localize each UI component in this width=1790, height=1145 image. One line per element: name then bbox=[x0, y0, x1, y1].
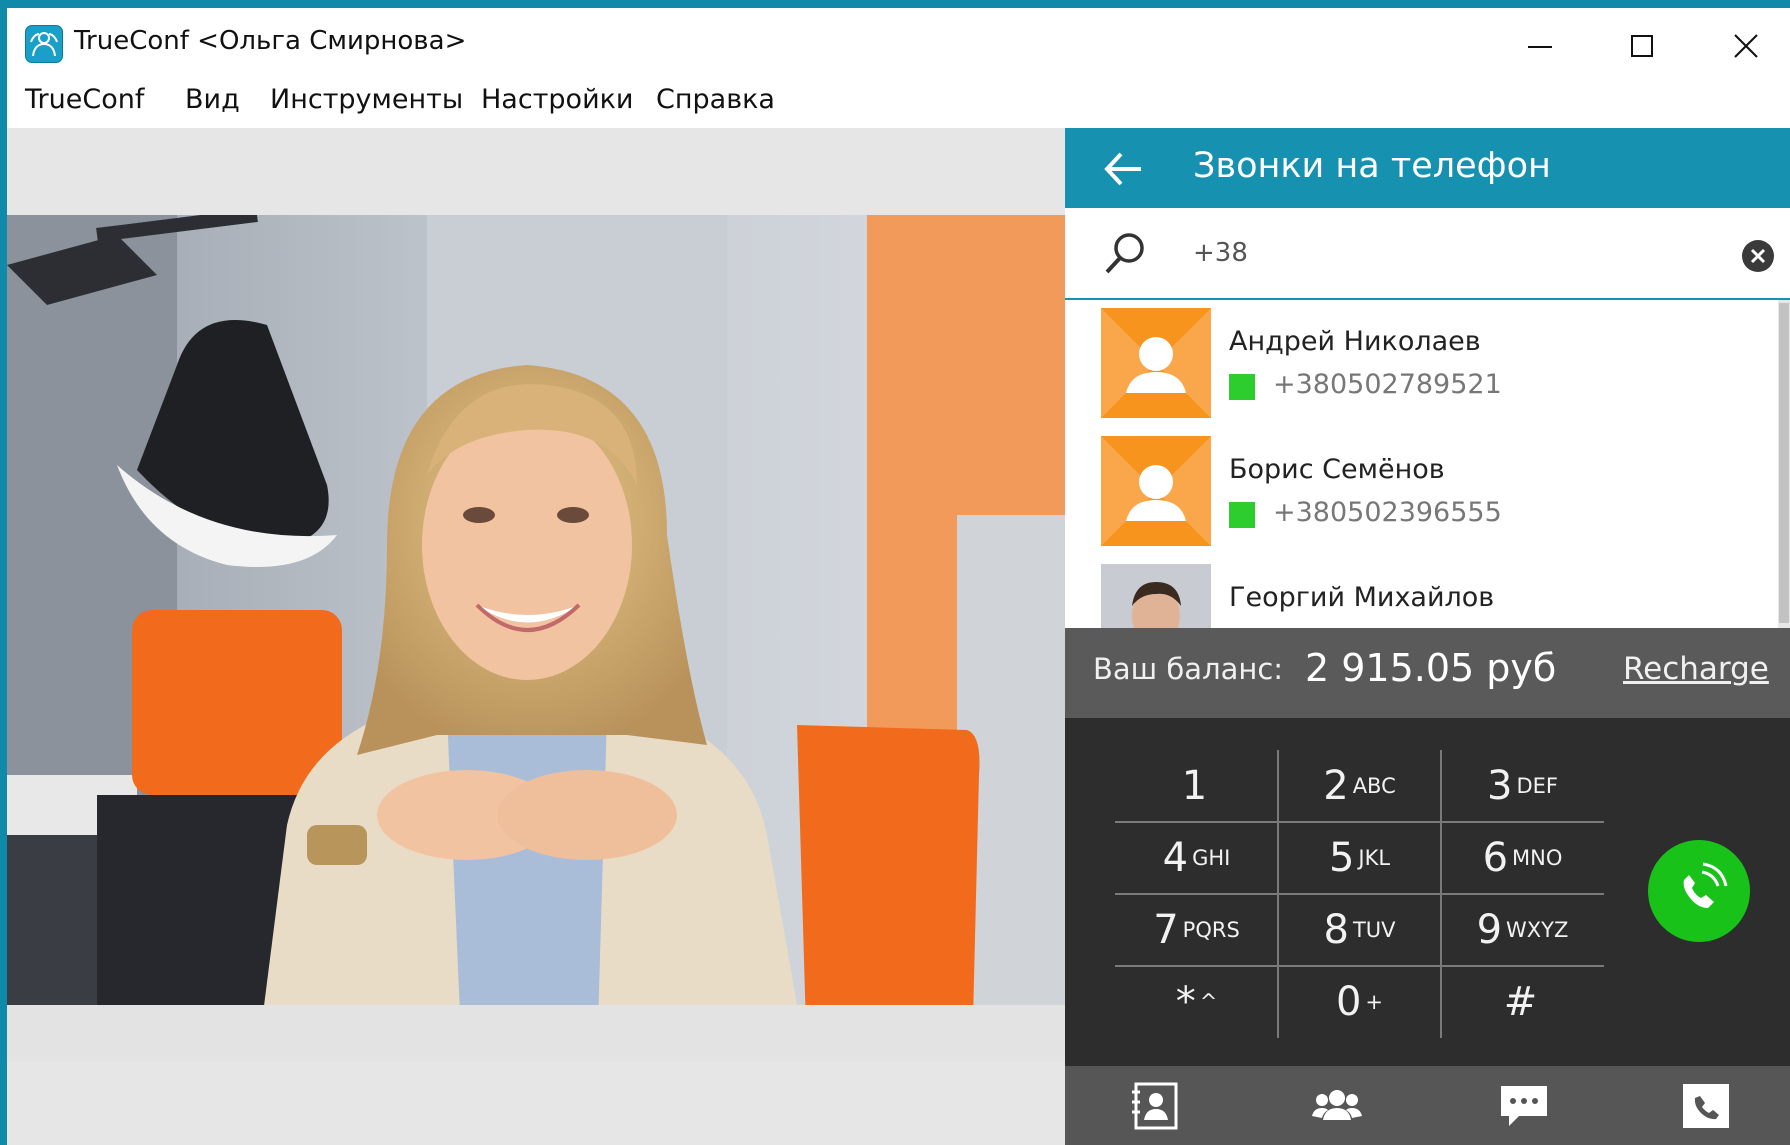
balance-bar: Ваш баланс: 2 915.05 руб Recharge bbox=[1065, 628, 1790, 718]
phone-call-icon bbox=[1683, 862, 1728, 908]
contact-item[interactable]: Андрей Николаев +380502789521 bbox=[1065, 300, 1775, 428]
contact-name: Андрей Николаев bbox=[1229, 326, 1481, 357]
video-feed[interactable] bbox=[7, 215, 1065, 1061]
chat-icon[interactable] bbox=[1497, 1080, 1551, 1132]
menu-settings[interactable]: Настройки bbox=[481, 84, 633, 115]
phone-icon[interactable] bbox=[1679, 1080, 1733, 1132]
dial-key-6[interactable]: 6 MNO bbox=[1441, 822, 1604, 894]
close-icon bbox=[1734, 34, 1758, 58]
menu-trueconf[interactable]: TrueConf bbox=[25, 84, 144, 115]
maximize-icon bbox=[1631, 35, 1653, 57]
dial-key-2[interactable]: 2 ABC bbox=[1278, 750, 1441, 822]
menu-tools[interactable]: Инструменты bbox=[270, 84, 463, 115]
window-top-border bbox=[0, 0, 1790, 8]
dial-key-1[interactable]: 1 bbox=[1115, 750, 1278, 822]
menu-bar: TrueConf Вид Инструменты Настройки Справ… bbox=[7, 78, 1790, 128]
dial-key-3[interactable]: 3 DEF bbox=[1441, 750, 1604, 822]
contact-phone: +380502789521 bbox=[1273, 369, 1502, 400]
balance-label: Ваш баланс: bbox=[1093, 652, 1284, 686]
close-window-button[interactable] bbox=[1701, 16, 1790, 76]
phone-calls-panel: Звонки на телефон +38 Андрей Николаев +3… bbox=[1065, 128, 1790, 1145]
group-icon[interactable] bbox=[1310, 1080, 1364, 1132]
search-icon bbox=[1101, 228, 1151, 278]
contact-name: Борис Семёнов bbox=[1229, 454, 1445, 485]
minimize-button[interactable] bbox=[1495, 16, 1585, 76]
bottom-navigation bbox=[1065, 1066, 1790, 1145]
online-status-indicator bbox=[1229, 502, 1255, 528]
dial-key-8[interactable]: 8 TUV bbox=[1278, 894, 1441, 966]
clear-circle-icon bbox=[1742, 240, 1774, 272]
dial-key-star[interactable]: * ^ bbox=[1115, 966, 1278, 1038]
arrow-left-icon bbox=[1104, 152, 1141, 186]
scrollbar-thumb[interactable] bbox=[1779, 303, 1789, 623]
video-area bbox=[7, 128, 1065, 1145]
dialpad-area: 1 2 ABC 3 DEF 4 GHI 5 JKL 6 MNO 7 PQRS 8 TUV 9W… bbox=[1065, 718, 1790, 1066]
panel-header: Звонки на телефон bbox=[1065, 128, 1790, 208]
contacts-book-icon[interactable] bbox=[1128, 1080, 1182, 1132]
balance-value: 2 915.05 руб bbox=[1305, 646, 1557, 690]
back-button[interactable] bbox=[1099, 144, 1149, 194]
dialpad: 1 2 ABC 3 DEF 4 GHI 5 JKL 6 MNO 7 PQRS 8 TUV 9W… bbox=[1115, 750, 1604, 1038]
app-window: TrueConf <Ольга Смирнова> TrueConf Вид И… bbox=[0, 0, 1790, 1145]
trueconf-logo-icon bbox=[25, 25, 63, 63]
search-bar bbox=[1065, 208, 1790, 300]
title-bar[interactable]: TrueConf <Ольга Смирнова> bbox=[7, 8, 1790, 78]
dial-key-hash[interactable]: # bbox=[1441, 966, 1604, 1038]
dial-key-4[interactable]: 4 GHI bbox=[1115, 822, 1278, 894]
maximize-button[interactable] bbox=[1597, 16, 1687, 76]
dial-key-9[interactable]: 9 WXYZ bbox=[1441, 894, 1604, 966]
dial-key-7[interactable]: 7 PQRS bbox=[1115, 894, 1278, 966]
menu-view[interactable]: Вид bbox=[185, 84, 240, 115]
panel-title: Звонки на телефон bbox=[1193, 146, 1551, 186]
dial-key-5[interactable]: 5 JKL bbox=[1278, 822, 1441, 894]
menu-help[interactable]: Справка bbox=[656, 84, 775, 115]
window-title: TrueConf <Ольга Смирнова> bbox=[74, 26, 467, 56]
recharge-link[interactable]: Recharge bbox=[1623, 651, 1769, 687]
window-left-border bbox=[0, 0, 7, 1145]
minimize-icon bbox=[1528, 46, 1552, 48]
call-button[interactable] bbox=[1648, 840, 1750, 942]
clear-search-button[interactable] bbox=[1741, 239, 1775, 273]
contact-item[interactable]: Георгий Михайлов bbox=[1065, 556, 1775, 628]
online-status-indicator bbox=[1229, 374, 1255, 400]
contact-phone: +380502396555 bbox=[1273, 497, 1502, 528]
search-input[interactable] bbox=[1193, 230, 1693, 276]
contact-list: Андрей Николаев +380502789521 Борис Семё… bbox=[1065, 300, 1790, 628]
contact-item[interactable]: Борис Семёнов +380502396555 bbox=[1065, 428, 1775, 556]
default-avatar-icon bbox=[1101, 436, 1211, 546]
dial-key-0[interactable]: 0 + bbox=[1278, 966, 1441, 1038]
contact-name: Георгий Михайлов bbox=[1229, 582, 1495, 613]
video-scene bbox=[7, 215, 1065, 1061]
photo-avatar bbox=[1101, 564, 1211, 628]
default-avatar-icon bbox=[1101, 308, 1211, 418]
